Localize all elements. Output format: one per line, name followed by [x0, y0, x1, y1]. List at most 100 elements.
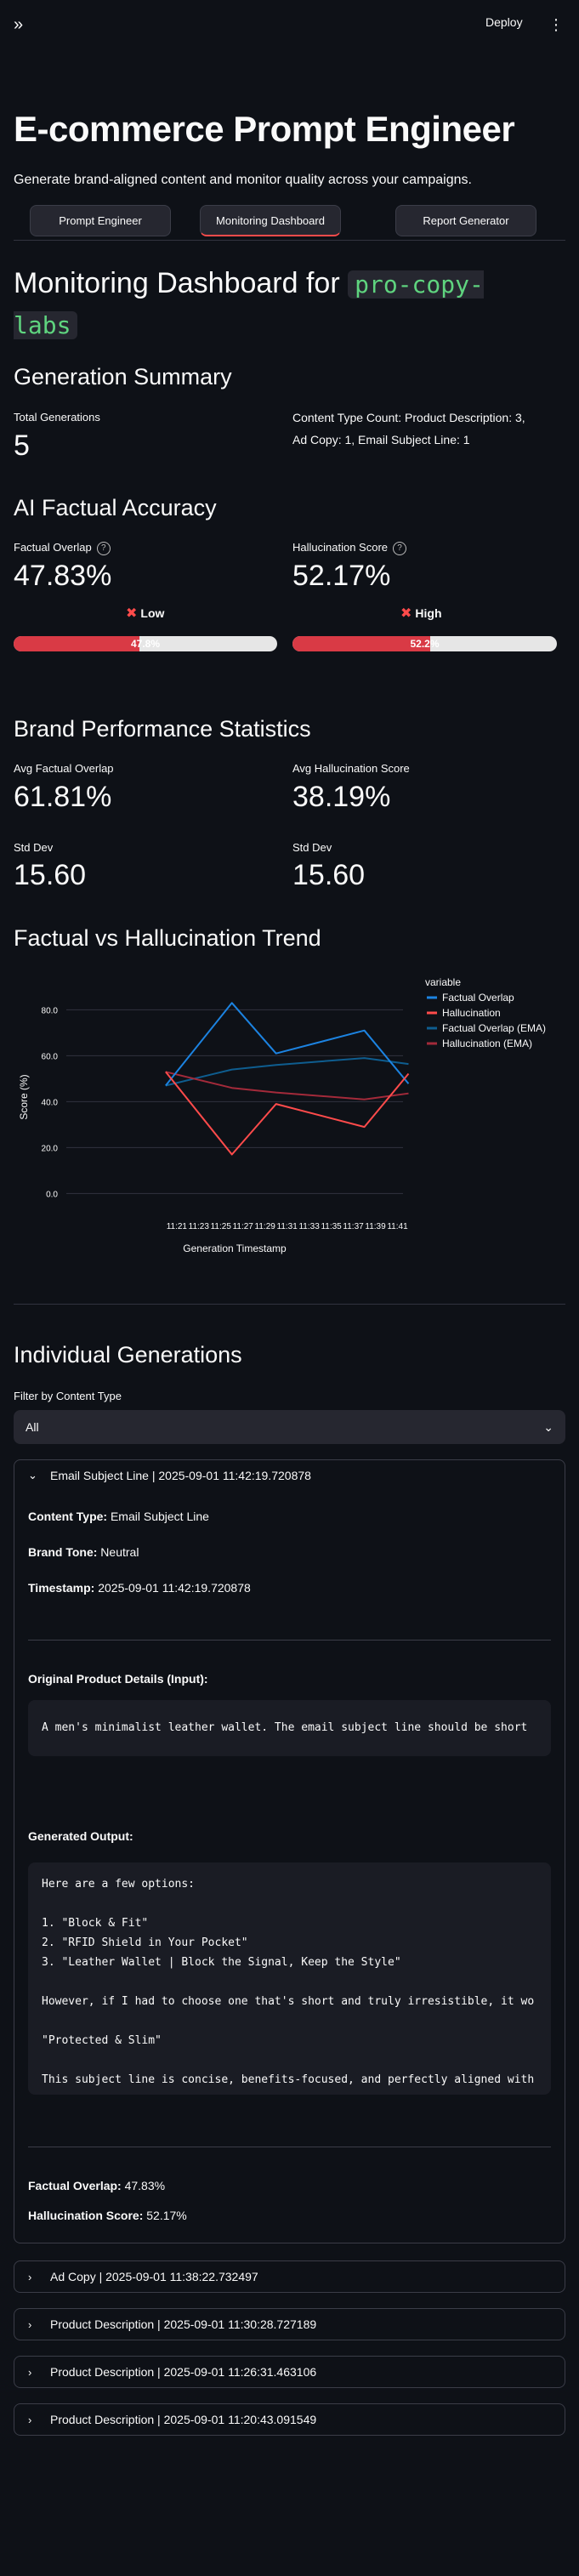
expander-hallucination-key: Hallucination Score: [28, 2209, 144, 2222]
factual-progress-bar: 47.8% [14, 636, 277, 651]
timestamp-value: 2025-09-01 11:42:19.720878 [98, 1581, 251, 1595]
std-dev-value: 15.60 [14, 859, 87, 891]
series-line-hallucination [165, 1071, 410, 1156]
factual-status: ✖ Low [126, 605, 164, 622]
hallucination-progress-bar: 52.2% [292, 636, 557, 651]
chevron-down-icon: ⌄ [543, 1419, 553, 1434]
x-tick-label: 11:31 [277, 1222, 298, 1231]
legend-entry: Hallucination [442, 1007, 501, 1019]
filter-label: Filter by Content Type [14, 1390, 122, 1402]
expander-title: Ad Copy | 2025-09-01 11:38:22.732497 [50, 2270, 258, 2283]
output-line: However, if I had to choose one that's s… [42, 1995, 535, 2008]
factual-status-text: Low [140, 606, 165, 620]
generation-expander[interactable]: › Product Description | 2025-09-01 11:30:… [14, 2308, 565, 2340]
hallucination-status-text: High [415, 606, 442, 620]
expander-header[interactable]: › Ad Copy | 2025-09-01 11:38:22.732497 [14, 2261, 565, 2292]
generation-summary-heading: Generation Summary [14, 364, 232, 390]
y-tick-label: 60.0 [42, 1052, 59, 1061]
output-heading: Generated Output: [28, 1829, 133, 1843]
brand-tone-field: Brand Tone: Neutral [28, 1545, 139, 1559]
y-axis-label: Score (%) [18, 1074, 30, 1119]
output-line: 2. "RFID Shield in Your Pocket" [42, 1936, 248, 1949]
tab-prompt-engineer[interactable]: Prompt Engineer [30, 205, 171, 236]
divider [28, 1640, 551, 1641]
expander-header[interactable]: ⌄ Email Subject Line | 2025-09-01 11:42:… [14, 1460, 565, 1491]
avg-hallucination-value: 38.19% [292, 781, 391, 813]
hallucination-score-label: Hallucination Score? [292, 541, 407, 555]
x-tick-label: 11:21 [167, 1222, 188, 1231]
output-line: "Protected & Slim" [42, 2034, 162, 2047]
avg-factual-value: 61.81% [14, 781, 112, 813]
x-tick-label: 11:29 [255, 1222, 276, 1231]
expander-hallucination-value: 52.17% [146, 2209, 187, 2222]
content-type-count-line1: Content Type Count: Product Description:… [292, 411, 525, 424]
cross-mark-icon: ✖ [400, 606, 412, 621]
app-title: E-commerce Prompt Engineer [14, 109, 515, 149]
tab-bar: Prompt Engineer Monitoring Dashboard Rep… [14, 202, 565, 241]
timestamp-key: Timestamp: [28, 1581, 95, 1595]
generation-expander[interactable]: › Ad Copy | 2025-09-01 11:38:22.732497 [14, 2260, 565, 2293]
trend-heading: Factual vs Hallucination Trend [14, 925, 321, 951]
dashboard-title: Monitoring Dashboard for pro-copy-labs [14, 264, 524, 345]
help-icon[interactable]: ? [96, 541, 111, 555]
output-line: Here are a few options: [42, 1878, 196, 1891]
output-code-block: Here are a few options: 1. "Block & Fit"… [28, 1862, 551, 2095]
x-tick-label: 11:41 [387, 1222, 408, 1231]
expander-title: Product Description | 2025-09-01 11:20:4… [50, 2413, 317, 2426]
hallucination-score-value: 52.17% [292, 560, 391, 592]
factual-progress-text: 47.8% [130, 638, 161, 650]
y-tick-label: 0.0 [46, 1190, 58, 1199]
chevron-right-icon: › [28, 2317, 32, 2331]
std-dev-label: Std Dev [14, 841, 54, 854]
content-type-count-line2: Ad Copy: 1, Email Subject Line: 1 [292, 433, 470, 446]
main-menu-icon[interactable]: ⋮ [548, 15, 564, 34]
hallucination-score-label-text: Hallucination Score [292, 541, 389, 554]
cross-mark-icon: ✖ [126, 606, 138, 621]
expander-header[interactable]: › Product Description | 2025-09-01 11:20:… [14, 2404, 565, 2435]
x-axis-label: Generation Timestamp [183, 1243, 287, 1254]
input-heading-text: Original Product Details (Input): [28, 1672, 208, 1686]
content-type-filter-select[interactable]: All ⌄ [14, 1410, 565, 1444]
filter-selected-value: All [26, 1420, 39, 1434]
content-type-field: Content Type: Email Subject Line [28, 1510, 209, 1523]
section-divider [14, 1304, 565, 1305]
output-heading-text: Generated Output: [28, 1829, 133, 1843]
generation-expander[interactable]: › Product Description | 2025-09-01 11:20:… [14, 2403, 565, 2436]
expander-header[interactable]: › Product Description | 2025-09-01 11:26:… [14, 2357, 565, 2387]
expand-sidebar-icon[interactable]: » [14, 15, 32, 34]
factual-overlap-value: 47.83% [14, 560, 112, 592]
y-tick-label: 40.0 [42, 1098, 59, 1107]
expander-title: Email Subject Line | 2025-09-01 11:42:19… [50, 1469, 311, 1482]
legend-title: variable [425, 976, 461, 988]
expander-factual-value: 47.83% [124, 2179, 166, 2192]
total-generations-label: Total Generations [14, 411, 100, 424]
x-tick-label: 11:25 [211, 1222, 232, 1231]
x-tick-label: 11:39 [365, 1222, 386, 1231]
chevron-right-icon: › [28, 2413, 32, 2426]
app-subtitle: Generate brand-aligned content and monit… [14, 173, 472, 187]
dashboard-title-prefix: Monitoring Dashboard for [14, 267, 340, 299]
x-tick-label: 11:23 [189, 1222, 210, 1231]
expander-factual-key: Factual Overlap: [28, 2179, 122, 2192]
chevron-down-icon: ⌄ [28, 1469, 37, 1481]
y-tick-label: 80.0 [42, 1006, 59, 1015]
brand-tone-key: Brand Tone: [28, 1545, 98, 1559]
generation-expander[interactable]: › Product Description | 2025-09-01 11:26:… [14, 2356, 565, 2388]
hallucination-progress-text: 52.2% [410, 638, 440, 650]
tab-monitoring-dashboard[interactable]: Monitoring Dashboard [200, 205, 341, 236]
trend-line-chart: 0.020.040.060.080.011:21 11:23 11:25 11:27 1… [18, 976, 546, 1254]
factual-overlap-label: Factual Overlap? [14, 541, 111, 555]
expander-title: Product Description | 2025-09-01 11:26:3… [50, 2365, 317, 2379]
expander-header[interactable]: › Product Description | 2025-09-01 11:30:… [14, 2309, 565, 2340]
chevron-right-icon: › [28, 2270, 32, 2283]
x-tick-label: 11:35 [321, 1222, 342, 1231]
deploy-button[interactable]: Deploy [485, 15, 523, 29]
tab-report-generator[interactable]: Report Generator [395, 205, 536, 236]
legend-entry: Hallucination (EMA) [442, 1038, 532, 1049]
hallucination-status: ✖ High [400, 605, 442, 622]
content-type-key: Content Type: [28, 1510, 108, 1523]
help-icon[interactable]: ? [393, 541, 407, 555]
